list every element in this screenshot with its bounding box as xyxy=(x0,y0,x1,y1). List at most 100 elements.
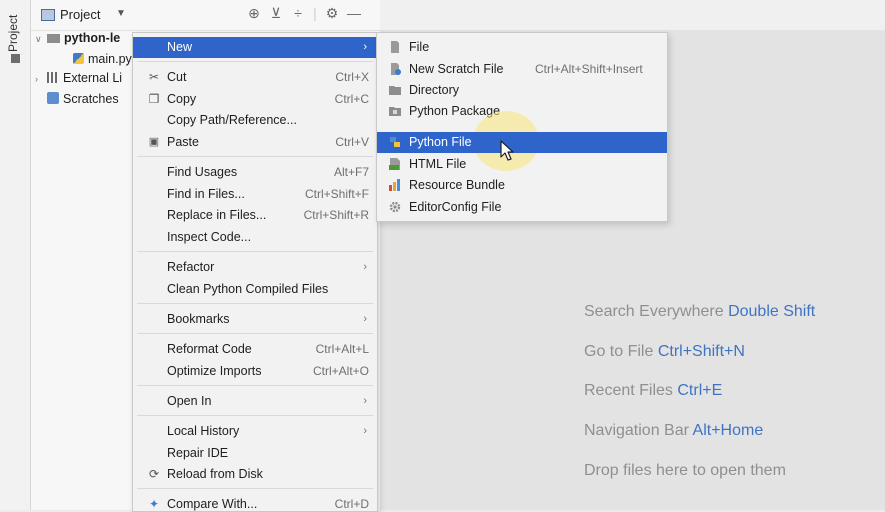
tree-item-main-py[interactable]: main.py xyxy=(73,49,132,69)
menu-item-copy[interactable]: ❐ Copy Ctrl+C xyxy=(133,89,377,110)
mouse-pointer-icon xyxy=(500,140,514,161)
submenu-item-resource-bundle[interactable]: Resource Bundle xyxy=(377,175,667,196)
menu-separator xyxy=(137,488,373,489)
hint-text: Drop files here to open them xyxy=(584,461,786,479)
menu-item-label: Copy xyxy=(167,92,197,106)
menu-item-label: Compare With... xyxy=(167,497,258,511)
menu-item-new[interactable]: New › xyxy=(133,37,377,58)
expand-all-icon[interactable]: ⊻ xyxy=(265,5,287,22)
tree-item-label: External Li xyxy=(63,71,123,85)
hint-navigation-bar: Navigation Bar Alt+Home xyxy=(584,422,815,462)
gear-icon[interactable]: ⚙ xyxy=(321,5,343,22)
chevron-right-icon: › xyxy=(363,313,367,325)
tree-item-label: Scratches xyxy=(63,92,119,106)
locate-icon[interactable]: ⊕ xyxy=(243,5,265,22)
menu-item-refactor[interactable]: Refactor › xyxy=(133,257,377,278)
chevron-right-icon: › xyxy=(363,261,367,273)
submenu-item-label: Directory xyxy=(409,83,460,97)
menu-item-label: New xyxy=(167,40,193,54)
menu-item-find-usages[interactable]: Find Usages Alt+F7 xyxy=(133,162,377,183)
menu-item-reload-from-disk[interactable]: ⟳ Reload from Disk xyxy=(133,464,377,485)
menu-item-shortcut: Ctrl+X xyxy=(335,70,369,84)
menu-separator xyxy=(137,61,373,62)
scratches-icon xyxy=(47,92,59,104)
menu-item-optimize-imports[interactable]: Optimize Imports Ctrl+Alt+O xyxy=(133,361,377,382)
hint-drop-files: Drop files here to open them xyxy=(584,462,815,502)
structure-icon[interactable] xyxy=(11,54,20,63)
menu-item-shortcut: Ctrl+V xyxy=(335,135,369,149)
hint-text: Recent Files xyxy=(584,382,678,400)
menu-item-shortcut: Ctrl+Shift+R xyxy=(303,208,369,222)
menu-item-find-in-files[interactable]: Find in Files... Ctrl+Shift+F xyxy=(133,184,377,205)
tree-item-project-root[interactable]: ∨ python-le xyxy=(35,28,120,48)
project-panel-title[interactable]: Project xyxy=(60,7,100,22)
menu-item-label: Refactor xyxy=(167,260,215,274)
chevron-right-icon: › xyxy=(363,395,367,407)
menu-item-repair-ide[interactable]: Repair IDE xyxy=(133,443,377,464)
menu-item-bookmarks[interactable]: Bookmarks › xyxy=(133,309,377,330)
hint-text: Go to File xyxy=(584,342,658,360)
submenu-item-python-file[interactable]: Python File xyxy=(377,132,667,153)
hint-search-everywhere: Search Everywhere Double Shift xyxy=(584,303,815,343)
menu-item-label: Clean Python Compiled Files xyxy=(167,282,329,296)
editor-empty-hints: Search Everywhere Double Shift Go to Fil… xyxy=(584,303,815,501)
project-panel-header: Project ▼ ⊕ ⊻ ÷ | ⚙ — xyxy=(31,0,380,31)
tree-item-scratches[interactable]: Scratches xyxy=(47,89,119,109)
submenu-item-label: Resource Bundle xyxy=(409,178,505,192)
menu-item-reformat-code[interactable]: Reformat Code Ctrl+Alt+L xyxy=(133,339,377,360)
menu-item-shortcut: Alt+F7 xyxy=(333,165,369,179)
scratch-file-icon xyxy=(391,63,401,75)
folder-icon xyxy=(389,86,401,95)
submenu-item-file[interactable]: File xyxy=(377,37,667,58)
minimize-icon[interactable]: — xyxy=(343,5,365,21)
menu-item-label: Inspect Code... xyxy=(167,230,252,244)
project-tool-tab-label: Project xyxy=(6,14,20,52)
chevron-right-icon: › xyxy=(363,425,367,437)
menu-separator xyxy=(137,156,373,157)
menu-item-replace-in-files[interactable]: Replace in Files... Ctrl+Shift+R xyxy=(133,205,377,226)
menu-item-label: Open In xyxy=(167,394,212,408)
menu-item-compare-with[interactable]: ✦ Compare With... Ctrl+D xyxy=(133,494,377,511)
menu-item-label: Find in Files... xyxy=(167,187,245,201)
menu-item-label: Find Usages xyxy=(167,165,238,179)
libraries-icon xyxy=(47,72,59,83)
tree-item-external-libraries[interactable]: › External Li xyxy=(35,68,122,88)
submenu-item-html-file[interactable]: HTML File xyxy=(377,154,667,175)
reload-icon: ⟳ xyxy=(148,467,160,481)
submenu-item-directory[interactable]: Directory xyxy=(377,80,667,101)
new-submenu: File New Scratch File Ctrl+Alt+Shift+Inse… xyxy=(376,32,668,222)
menu-item-copy-path[interactable]: Copy Path/Reference... xyxy=(133,110,377,131)
tree-item-label: python-le xyxy=(64,31,121,45)
menu-separator xyxy=(137,415,373,416)
menu-item-label: Paste xyxy=(167,135,199,149)
menu-item-clean-compiled[interactable]: Clean Python Compiled Files xyxy=(133,279,377,300)
menu-item-open-in[interactable]: Open In › xyxy=(133,391,377,412)
chevron-right-icon[interactable]: › xyxy=(35,69,47,89)
menu-separator xyxy=(137,251,373,252)
chevron-down-icon[interactable]: ∨ xyxy=(35,29,47,49)
menu-separator xyxy=(137,303,373,304)
chevron-down-icon[interactable]: ▼ xyxy=(116,8,126,19)
hint-shortcut: Alt+Home xyxy=(692,422,764,440)
hint-go-to-file: Go to File Ctrl+Shift+N xyxy=(584,343,815,383)
submenu-item-label: EditorConfig File xyxy=(409,200,502,214)
menu-item-inspect-code[interactable]: Inspect Code... xyxy=(133,227,377,248)
compare-icon: ✦ xyxy=(148,497,160,511)
hint-shortcut: Ctrl+E xyxy=(677,382,723,400)
submenu-item-editorconfig-file[interactable]: EditorConfig File xyxy=(377,197,667,218)
paste-icon: ▣ xyxy=(148,136,160,148)
menu-item-shortcut: Ctrl+D xyxy=(334,497,369,511)
menu-item-label: Bookmarks xyxy=(167,312,230,326)
collapse-all-icon[interactable]: ÷ xyxy=(287,5,309,21)
submenu-item-new-scratch-file[interactable]: New Scratch File Ctrl+Alt+Shift+Insert xyxy=(377,59,667,80)
menu-item-local-history[interactable]: Local History › xyxy=(133,421,377,442)
menu-item-label: Reload from Disk xyxy=(167,467,263,481)
hint-recent-files: Recent Files Ctrl+E xyxy=(584,382,815,422)
menu-item-label: Repair IDE xyxy=(167,446,229,460)
menu-item-paste[interactable]: ▣ Paste Ctrl+V xyxy=(133,132,377,153)
file-icon xyxy=(391,41,399,53)
python-file-icon xyxy=(73,53,84,64)
menu-item-cut[interactable]: ✂ Cut Ctrl+X xyxy=(133,67,377,88)
menu-item-label: Local History xyxy=(167,424,240,438)
scissors-icon: ✂ xyxy=(148,70,160,84)
